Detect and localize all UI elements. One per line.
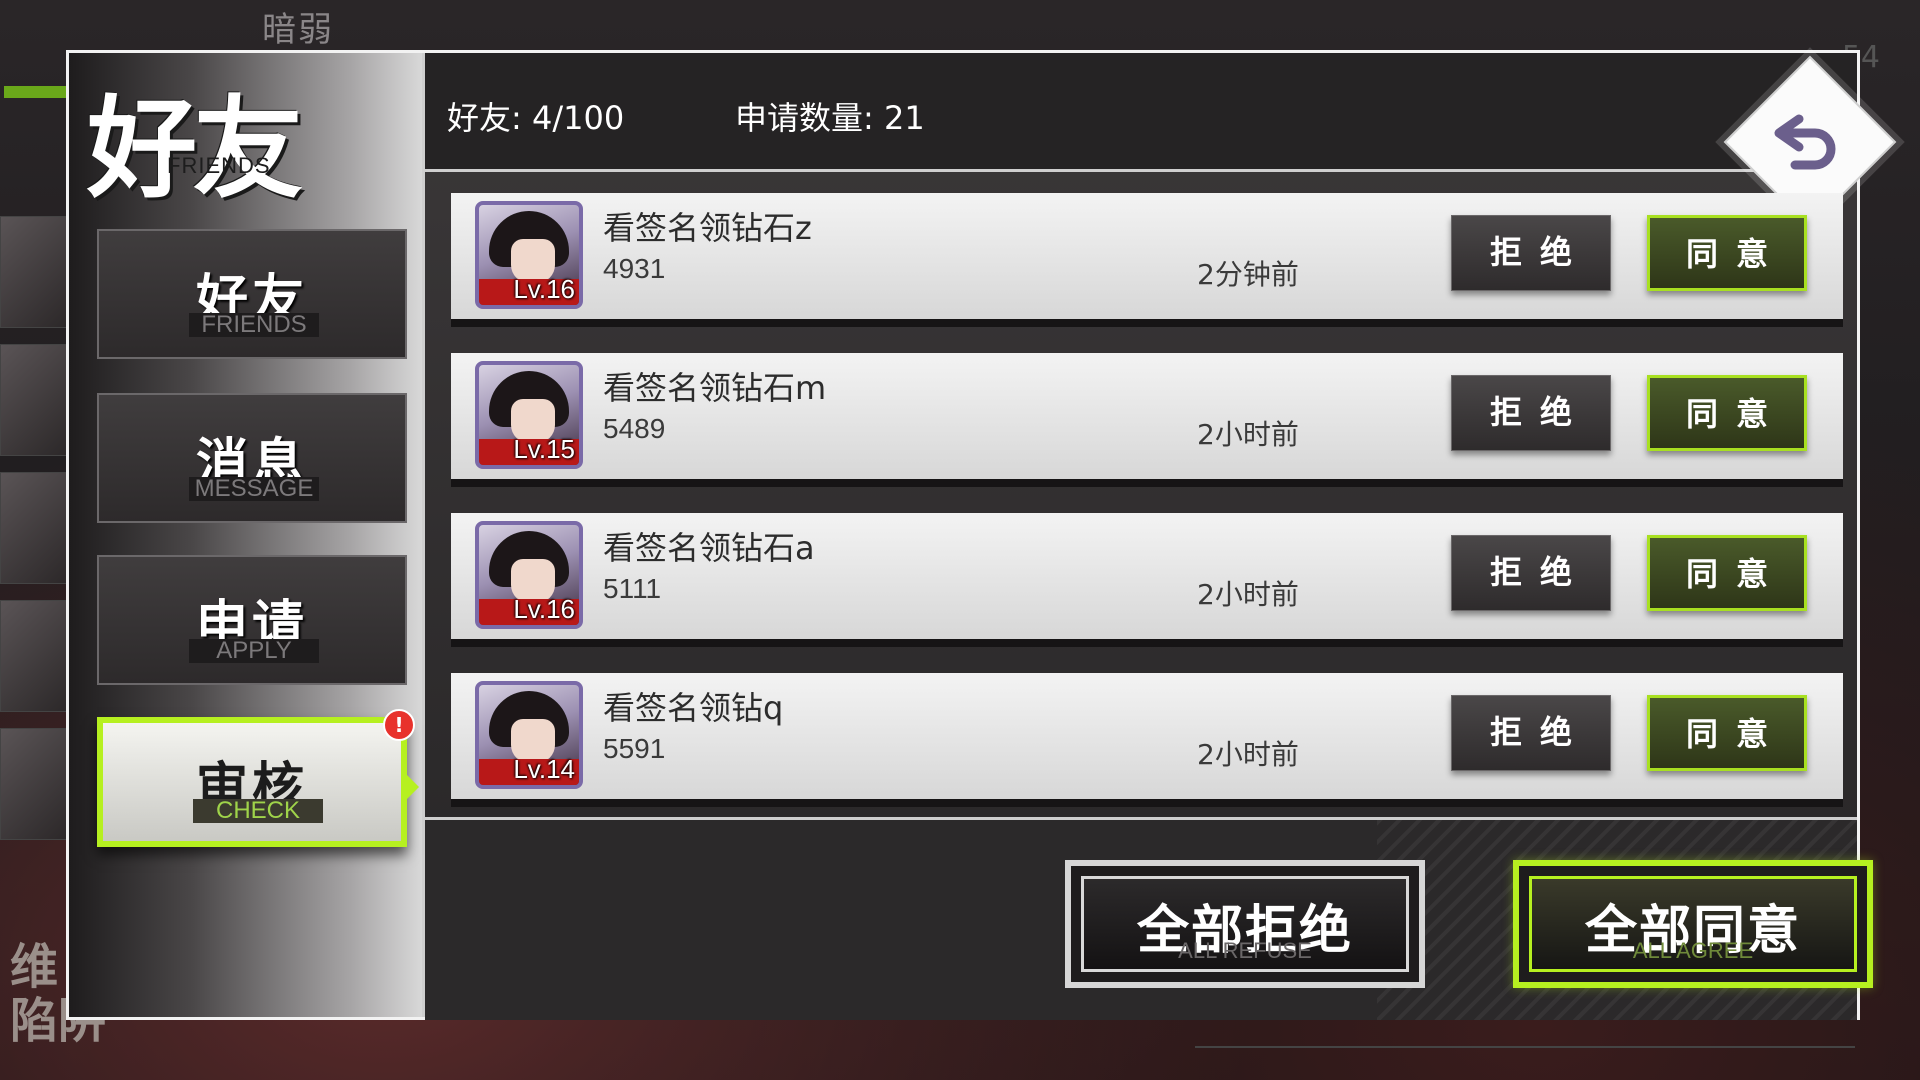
- page-title: 好友: [87, 84, 303, 213]
- background-hp-bar: [4, 86, 70, 98]
- background-thumbnail: [0, 472, 68, 584]
- avatar[interactable]: Lv.14: [475, 681, 583, 789]
- background-thumbnail: [0, 728, 68, 840]
- background-thumbnail: [0, 216, 68, 328]
- tab-sublabel: CHECK: [193, 799, 323, 823]
- background-thumbnail: [0, 600, 68, 712]
- level-label: Lv.15: [513, 434, 575, 464]
- request-time: 2小时前: [1197, 418, 1299, 451]
- avatar[interactable]: Lv.16: [475, 201, 583, 309]
- player-name: 看签名领钻石a: [603, 529, 815, 567]
- tab-sublabel: MESSAGE: [189, 477, 319, 501]
- tab-sublabel: APPLY: [189, 639, 319, 663]
- request-row: Lv.14 看签名领钻q 5591 2小时前 拒绝 同意: [451, 673, 1843, 807]
- agree-button[interactable]: 同意: [1647, 375, 1807, 451]
- header: 好友: 4/100 申请数量: 21: [425, 53, 1897, 229]
- active-tab-pointer: [407, 775, 419, 799]
- tab-apply[interactable]: 申请 APPLY: [97, 555, 407, 685]
- tab-check[interactable]: 审核 CHECK !: [97, 709, 419, 847]
- refuse-all-sublabel: ALL REFUSE: [1178, 938, 1312, 963]
- player-id: 4931: [603, 253, 666, 284]
- request-time: 2小时前: [1197, 578, 1299, 611]
- player-id: 5489: [603, 413, 666, 444]
- bulk-actions-bar: 全部拒绝 ALL REFUSE 全部同意 ALL AGREE: [425, 817, 1873, 1020]
- sidebar: 好友 FRIENDS 好友 FRIENDS 消息 MESSAGE 申请 APPL…: [69, 53, 425, 1017]
- refuse-button[interactable]: 拒绝: [1451, 535, 1611, 611]
- page-subtitle: FRIENDS: [167, 153, 271, 178]
- agree-button[interactable]: 同意: [1647, 215, 1807, 291]
- tab-message[interactable]: 消息 MESSAGE: [97, 393, 407, 523]
- request-count: 申请数量: 21: [735, 99, 925, 137]
- refuse-button[interactable]: 拒绝: [1451, 375, 1611, 451]
- request-row: Lv.15 看签名领钻石m 5489 2小时前 拒绝 同意: [451, 353, 1843, 487]
- request-row: Lv.16 看签名领钻石z 4931 2分钟前 拒绝 同意: [451, 193, 1843, 327]
- tab-friends[interactable]: 好友 FRIENDS: [97, 229, 407, 359]
- avatar[interactable]: Lv.16: [475, 521, 583, 629]
- request-time: 2分钟前: [1197, 258, 1299, 291]
- level-label: Lv.16: [513, 594, 575, 624]
- refuse-button[interactable]: 拒绝: [1451, 695, 1611, 771]
- level-label: Lv.14: [513, 754, 575, 784]
- agree-all-sublabel: ALL AGREE: [1632, 938, 1754, 963]
- request-time: 2小时前: [1197, 738, 1299, 771]
- player-name: 看签名领钻石z: [603, 209, 812, 247]
- refuse-button[interactable]: 拒绝: [1451, 215, 1611, 291]
- level-label: Lv.16: [513, 274, 575, 304]
- background-thumbnail: [0, 344, 68, 456]
- agree-button[interactable]: 同意: [1647, 535, 1807, 611]
- tab-sublabel: FRIENDS: [189, 313, 319, 337]
- notification-badge: !: [383, 709, 415, 741]
- friend-count: 好友: 4/100: [447, 99, 625, 137]
- undo-arrow-icon: [1774, 114, 1836, 170]
- avatar[interactable]: Lv.15: [475, 361, 583, 469]
- agree-all-button[interactable]: 全部同意 ALL AGREE: [1513, 860, 1873, 988]
- request-row: Lv.16 看签名领钻石a 5111 2小时前 拒绝 同意: [451, 513, 1843, 647]
- agree-button[interactable]: 同意: [1647, 695, 1807, 771]
- player-id: 5111: [603, 573, 662, 604]
- background-stage-label: 暗弱: [262, 10, 334, 50]
- player-name: 看签名领钻q: [603, 689, 784, 727]
- refuse-all-button[interactable]: 全部拒绝 ALL REFUSE: [1065, 860, 1425, 988]
- player-id: 5591: [603, 733, 666, 764]
- friends-panel: 好友 FRIENDS 好友 FRIENDS 消息 MESSAGE 申请 APPL…: [66, 50, 1897, 1020]
- background-bottom-bar: [1195, 1020, 1855, 1048]
- player-name: 看签名领钻石m: [603, 369, 827, 407]
